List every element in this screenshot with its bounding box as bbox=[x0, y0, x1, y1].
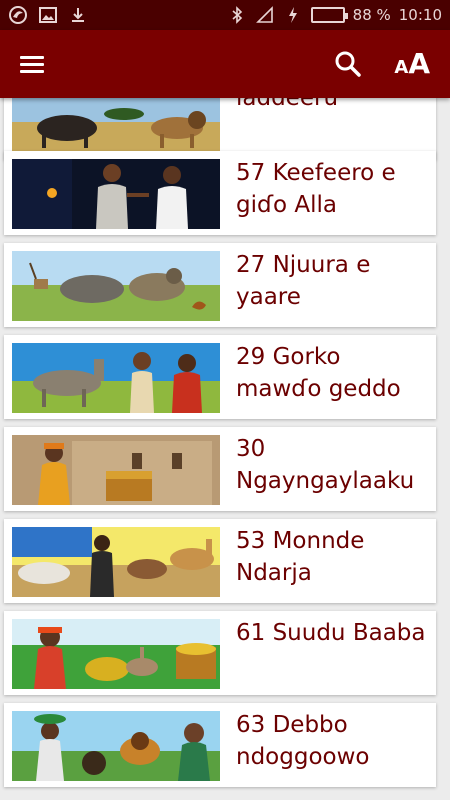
image-icon bbox=[38, 5, 58, 25]
battery-icon bbox=[310, 7, 348, 23]
signal-icon bbox=[255, 5, 275, 25]
story-card-2[interactable]: 27 Njuura e yaare bbox=[4, 243, 436, 327]
story-card-1[interactable]: 57 Keefeero e giɗo Alla bbox=[4, 151, 436, 235]
story-thumbnail bbox=[12, 343, 220, 413]
charging-icon bbox=[283, 5, 303, 25]
story-card-6[interactable]: 61 Suudu Baaba bbox=[4, 611, 436, 695]
app-bar: A A bbox=[0, 30, 450, 98]
battery-percentage: 88 % bbox=[352, 6, 391, 24]
story-title: 61 Suudu Baaba bbox=[236, 620, 426, 646]
story-title: 29 Gorko mawɗo geddo bbox=[236, 344, 401, 402]
font-size-small-letter: A bbox=[394, 57, 409, 78]
story-thumbnail bbox=[12, 98, 220, 154]
story-list[interactable]: laddeeru 57 Keefeero e giɗo Alla 27 Njuu… bbox=[0, 98, 450, 800]
system-icons: 88 % 10:10 bbox=[227, 5, 442, 25]
app-notification-icon bbox=[8, 5, 28, 25]
story-thumbnail bbox=[12, 435, 220, 505]
story-title: 63 Debbo ndoggoowo bbox=[236, 712, 370, 770]
story-title: laddeeru bbox=[236, 98, 339, 111]
story-title: 53 Monnde Ndarja bbox=[236, 528, 365, 586]
download-icon bbox=[68, 5, 88, 25]
story-thumbnail bbox=[12, 159, 220, 229]
story-card-3[interactable]: 29 Gorko mawɗo geddo bbox=[4, 335, 436, 419]
story-thumbnail bbox=[12, 527, 220, 597]
story-thumbnail bbox=[12, 711, 220, 781]
story-title: 57 Keefeero e giɗo Alla bbox=[236, 160, 396, 218]
story-card-5[interactable]: 53 Monnde Ndarja bbox=[4, 519, 436, 603]
story-card-7[interactable]: 63 Debbo ndoggoowo bbox=[4, 703, 436, 787]
story-title: 27 Njuura e yaare bbox=[236, 252, 371, 310]
story-title: 30 Ngayngaylaaku bbox=[236, 436, 415, 494]
search-icon[interactable] bbox=[332, 48, 364, 80]
story-thumbnail bbox=[12, 619, 220, 689]
story-card-4[interactable]: 30 Ngayngaylaaku bbox=[4, 427, 436, 511]
clock: 10:10 bbox=[398, 6, 442, 24]
notification-icons bbox=[8, 5, 88, 25]
bluetooth-icon bbox=[227, 5, 247, 25]
hamburger-menu-icon[interactable] bbox=[20, 49, 50, 79]
status-bar: 88 % 10:10 bbox=[0, 0, 450, 30]
story-thumbnail bbox=[12, 251, 220, 321]
font-size-big-letter: A bbox=[408, 47, 430, 80]
font-size-icon[interactable]: A A bbox=[394, 47, 430, 80]
